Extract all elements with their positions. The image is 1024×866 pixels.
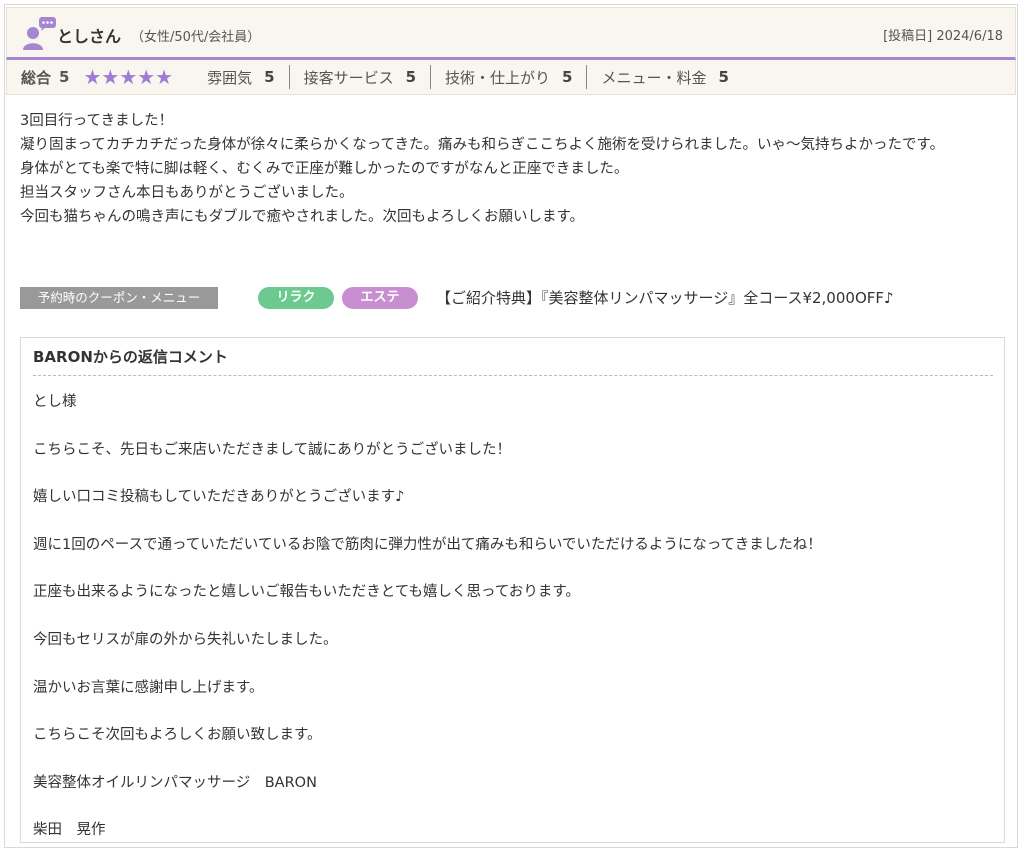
review-body: 3回目行ってきました！ 凝り固まってカチカチだった身体が徐々に柔らかくなってきた… (20, 109, 1010, 229)
reply-line: 柴田 晃作 (33, 822, 106, 839)
rating-value: 5 (405, 68, 417, 86)
review-line: 凝り固まってカチカチだった身体が徐々に柔らかくなってきた。痛みも和らぎここちよく… (20, 137, 945, 153)
rating-value: 5 (264, 68, 275, 86)
reply-line: とし様 (33, 394, 77, 410)
ratings-bar: 総合 5 ★★★★★ 雰囲気 5 接客サービス 5 技術・仕上がり 5 メニュー… (6, 60, 1016, 95)
rating-label: 雰囲気 (207, 68, 253, 87)
reply-line: 嬉しい口コミ投稿もしていただきありがとうございます♪ (33, 489, 405, 506)
reply-line: 温かいお言葉に感謝申し上げます。 (33, 679, 264, 696)
reply-title: BARONからの返信コメント (33, 348, 228, 366)
divider (33, 375, 993, 376)
reviewer-name: としさん (57, 27, 122, 46)
total-rating-value: 5 (59, 68, 70, 86)
review-line: 担当スタッフさん本日もありがとうございました。 (20, 185, 354, 201)
total-rating: 総合 5 ★★★★★ (21, 65, 173, 89)
reply-line: こちらこそ、先日もご来店いただきまして誠にありがとうございました！ (33, 441, 512, 458)
rating-technique: 技術・仕上がり 5 (431, 65, 588, 89)
coupon-row: 予約時のクーポン・メニュー リラク エステ 【ご紹介特典】『美容整体リンパマッサ… (20, 286, 1010, 312)
posted-date: [投稿日] 2024/6/18 (883, 29, 1003, 44)
reply-line: 週に1回のペースで通っていただいているお陰で筋肉に弾力性が出て痛みも和らいでいた… (33, 536, 822, 553)
rating-label: 接客サービス (303, 68, 394, 87)
total-rating-label: 総合 (21, 68, 52, 87)
rating-label: メニュー・料金 (601, 68, 707, 87)
rating-value: 5 (718, 68, 729, 86)
tag-esthe: エステ (342, 287, 418, 309)
review-line: 身体がとても楽で特に脚は軽く、むくみで正座が難しかったのですがなんと正座できまし… (20, 161, 629, 177)
rating-atmosphere: 雰囲気 5 (193, 65, 290, 89)
rating-service: 接客サービス 5 (290, 65, 432, 89)
review-header: としさん （女性/50代/会社員） [投稿日] 2024/6/18 (6, 7, 1016, 60)
coupon-menu-text: 【ご紹介特典】『美容整体リンパマッサージ』全コース¥2,000OFF♪ (436, 289, 894, 307)
reply-body: とし様 こちらこそ、先日もご来店いただきまして誠にありがとうございました！ 嬉し… (33, 390, 822, 866)
person-chat-icon (23, 17, 56, 50)
tag-relax: リラク (258, 287, 334, 309)
reply-line: 正座も出来るようになったと嬉しいご報告もいただきとても嬉しく思っております。 (33, 584, 580, 601)
reply-line: こちらこそ次回もよろしくお願い致します。 (33, 727, 322, 744)
rating-value: 5 (562, 68, 573, 86)
reply-line: 美容整体オイルリンパマッサージ BARON (33, 774, 317, 791)
reply-box: BARONからの返信コメント とし様 こちらこそ、先日もご来店いただきまして誠に… (20, 337, 1005, 843)
review-line: 今回も猫ちゃんの鳴き声にもダブルで癒やされました。次回もよろしくお願いします。 (20, 209, 585, 225)
reply-line: 今回もセリスが扉の外から失礼いたしました。 (33, 631, 338, 648)
reviewer-attributes: （女性/50代/会社員） (131, 30, 261, 45)
rating-label: 技術・仕上がり (445, 68, 551, 87)
rating-menu-price: メニュー・料金 5 (587, 65, 742, 89)
coupon-label: 予約時のクーポン・メニュー (20, 287, 218, 309)
star-rating-icon: ★★★★★ (83, 65, 174, 89)
review-line: 3回目行ってきました！ (20, 113, 174, 129)
